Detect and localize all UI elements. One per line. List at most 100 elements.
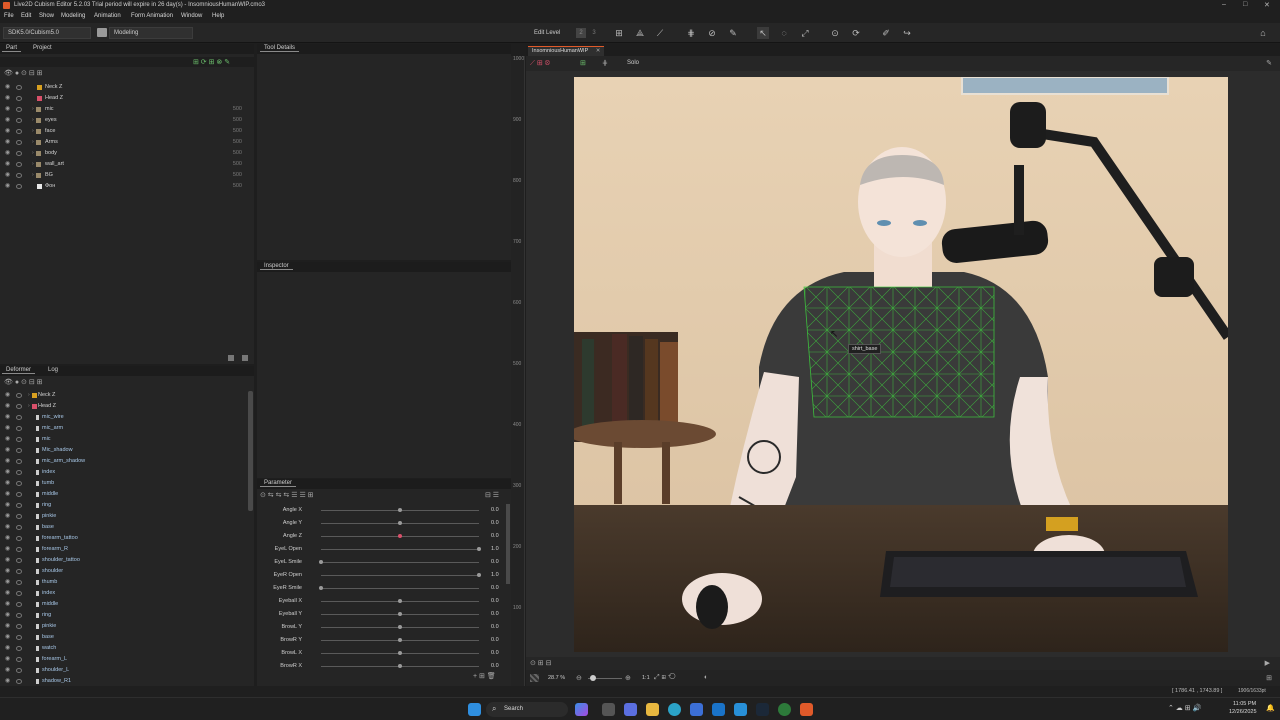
parameter-slider-knob[interactable]	[398, 651, 402, 655]
parameter-value[interactable]: 0.0	[491, 611, 499, 617]
lock-toggle-icon[interactable]	[16, 580, 22, 585]
parameter-footer-icons[interactable]: + ⊞ 🗑	[473, 672, 496, 680]
model-canvas[interactable]: ↖ shirt_base	[574, 77, 1228, 652]
visibility-eye-icon[interactable]: ◉	[5, 491, 11, 497]
parameter-value[interactable]: 0.0	[491, 533, 499, 539]
edge-icon[interactable]	[668, 703, 681, 716]
parameter-row[interactable]: BrowL X 0.0	[257, 647, 512, 660]
expand-chevron-icon[interactable]: ›	[32, 161, 34, 167]
deformer-row[interactable]: ◉ › Head Z	[0, 402, 248, 413]
fit-icons[interactable]: ⤢ ⊞ ⟲	[654, 674, 675, 682]
expand-chevron-icon[interactable]: ›	[32, 106, 34, 112]
parameter-row[interactable]: Angle Y 0.0	[257, 517, 512, 530]
actual-size-label[interactable]: 1:1	[642, 675, 650, 681]
notification-icon[interactable]: 🔔	[1266, 704, 1275, 712]
lock-toggle-icon[interactable]	[16, 437, 22, 442]
grid-toggle-icon[interactable]: ⋕	[602, 59, 608, 67]
lock-toggle-icon[interactable]	[16, 602, 22, 607]
parameter-slider-knob[interactable]	[398, 508, 402, 512]
tray-icons[interactable]: ⌃ ☁ ⊞ 🔊	[1168, 704, 1201, 712]
deformer-row[interactable]: ◉ thumb	[0, 578, 248, 589]
part-filter-icons[interactable]: ⊞ ⟳ ⊞ ⊗ ✎	[193, 58, 230, 66]
visibility-eye-icon[interactable]: ◉	[5, 535, 11, 541]
visibility-eye-icon[interactable]: ◉	[5, 403, 11, 409]
part-row[interactable]: ◉ › eyes 500	[0, 116, 254, 127]
close-button[interactable]: ✕	[1264, 1, 1270, 9]
lock-toggle-icon[interactable]	[16, 657, 22, 662]
expand-chevron-icon[interactable]: ›	[32, 117, 34, 123]
tab-deformer[interactable]: Deformer	[2, 367, 36, 374]
lasso-icon[interactable]: ◌	[778, 27, 790, 39]
deformer-row[interactable]: ◉ base	[0, 523, 248, 534]
lock-toggle-icon[interactable]	[16, 404, 22, 409]
parameter-row[interactable]: EyeL Open 1.0	[257, 543, 512, 556]
deformer-row[interactable]: ◉ index	[0, 468, 248, 479]
chrome-icon[interactable]	[778, 703, 791, 716]
visibility-eye-icon[interactable]: ◉	[5, 447, 11, 453]
visibility-eye-icon[interactable]: ◉	[5, 95, 11, 101]
visibility-eye-icon[interactable]: ◉	[5, 623, 11, 629]
lock-toggle-icon[interactable]	[16, 591, 22, 596]
deformer-row[interactable]: ◉ middle	[0, 600, 248, 611]
parameter-slider-knob[interactable]	[398, 534, 402, 538]
deformer-row[interactable]: ◉ mic	[0, 435, 248, 446]
parameter-slider-knob[interactable]	[477, 573, 481, 577]
edit-level-2-button[interactable]: 2	[576, 28, 586, 38]
menu-show[interactable]: Show	[39, 13, 54, 19]
parameter-row[interactable]: Eyeball X 0.0	[257, 595, 512, 608]
taskbar-search[interactable]: ⌕ Search	[486, 702, 568, 717]
visibility-eye-icon[interactable]: ◉	[5, 502, 11, 508]
lock-toggle-icon[interactable]	[16, 393, 22, 398]
visibility-eye-icon[interactable]: ◉	[5, 139, 11, 145]
deformer-row[interactable]: ◉ watch	[0, 644, 248, 655]
deformer-row[interactable]: ◉ shadow_R1	[0, 677, 248, 686]
deform-path-icon[interactable]: ⟋	[654, 27, 666, 39]
part-row[interactable]: ◉ › face 500	[0, 127, 254, 138]
visibility-eye-icon[interactable]: ◉	[5, 183, 11, 189]
part-row[interactable]: ◉ › Arms 500	[0, 138, 254, 149]
lock-toggle-icon[interactable]	[16, 184, 22, 189]
zoom-slider-knob[interactable]	[590, 675, 596, 681]
visibility-eye-icon[interactable]: ◉	[5, 568, 11, 574]
parameter-row[interactable]: BrowL Y 0.0	[257, 621, 512, 634]
lock-toggle-icon[interactable]	[16, 624, 22, 629]
expand-chevron-icon[interactable]: ›	[28, 403, 30, 409]
deformer-row[interactable]: ◉ pinkie	[0, 622, 248, 633]
maximize-button[interactable]: □	[1243, 1, 1247, 8]
parameter-row[interactable]: BrowR Y 0.0	[257, 634, 512, 647]
tab-project[interactable]: Project	[29, 45, 56, 51]
live2d-taskbar-icon[interactable]	[800, 703, 813, 716]
parameter-value[interactable]: 0.0	[491, 637, 499, 643]
deformer-row[interactable]: ◉ forearm_tattoo	[0, 534, 248, 545]
parameter-slider-knob[interactable]	[319, 560, 323, 564]
expand-chevron-icon[interactable]: ›	[32, 128, 34, 134]
parameter-row[interactable]: EyeL Smile 0.0	[257, 556, 512, 569]
lock-toggle-icon[interactable]	[16, 514, 22, 519]
edit-level-3-button[interactable]: 3	[590, 28, 598, 38]
deformer-row[interactable]: ◉ ring	[0, 611, 248, 622]
store-icon[interactable]	[690, 703, 703, 716]
auto-mesh-icon[interactable]: ⟁	[634, 27, 646, 39]
lock-toggle-icon[interactable]	[16, 85, 22, 90]
deformer-row[interactable]: ◉ forearm_L	[0, 655, 248, 666]
deformer-scrollbar[interactable]	[248, 391, 253, 511]
rotate-icon[interactable]: ⟳	[850, 27, 862, 39]
menu-modeling[interactable]: Modeling	[61, 13, 85, 19]
lock-toggle-icon[interactable]	[16, 481, 22, 486]
visibility-eye-icon[interactable]: ◉	[5, 634, 11, 640]
viewport-tool-icons[interactable]: ⟋ ⊞ ⊗	[530, 59, 550, 68]
visibility-eye-icon[interactable]: ◉	[5, 480, 11, 486]
lock-toggle-icon[interactable]	[16, 536, 22, 541]
visibility-eye-icon[interactable]: ◉	[5, 612, 11, 618]
visibility-eye-icon[interactable]: ◉	[5, 645, 11, 651]
deformer-row[interactable]: ◉ index	[0, 589, 248, 600]
menu-help[interactable]: Help	[212, 13, 224, 19]
lock-toggle-icon[interactable]	[16, 173, 22, 178]
mesh-toggle-icon[interactable]: ⊞	[580, 59, 586, 67]
parameter-value[interactable]: 1.0	[491, 546, 499, 552]
visibility-eye-icon[interactable]: ◉	[5, 425, 11, 431]
lock-toggle-icon[interactable]	[16, 140, 22, 145]
parameter-slider-knob[interactable]	[398, 638, 402, 642]
visibility-eye-icon[interactable]: ◉	[5, 601, 11, 607]
new-part-icon[interactable]	[228, 355, 234, 361]
